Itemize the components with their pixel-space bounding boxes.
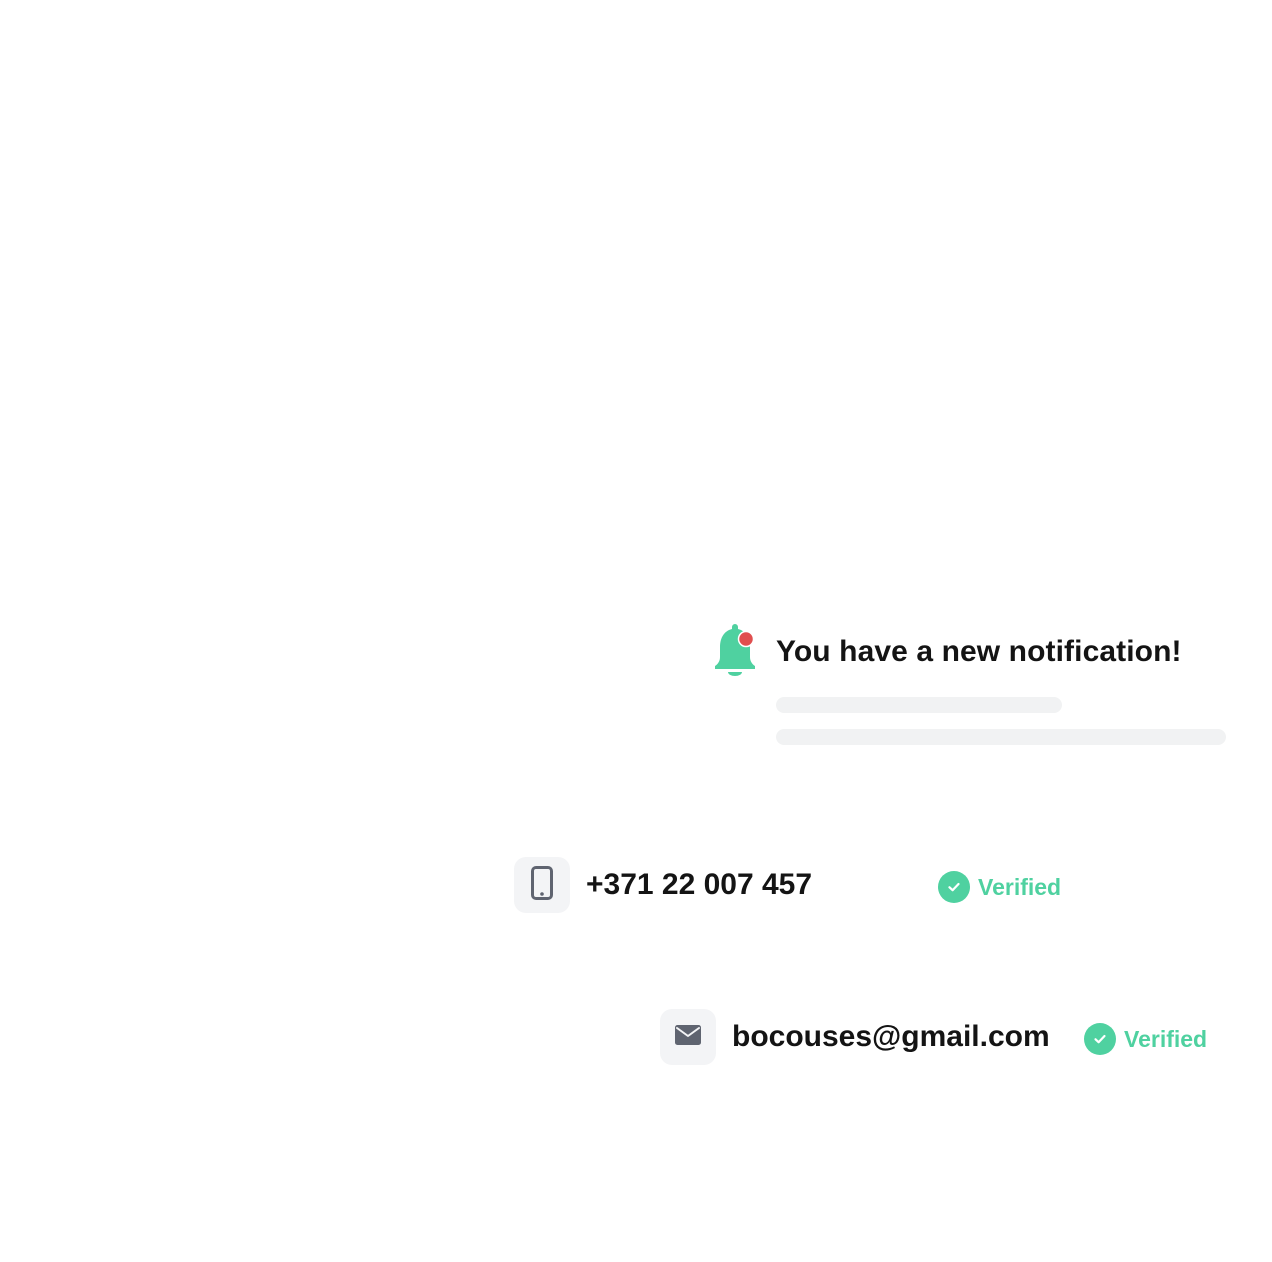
notification-card[interactable]: You have a new notification!	[706, 622, 1236, 752]
phone-contact-row: +371 22 007 457 Verified	[514, 857, 1074, 913]
check-circle-icon	[1084, 1023, 1116, 1055]
notification-title: You have a new notification!	[776, 635, 1182, 668]
phone-verified-badge: Verified	[938, 871, 1061, 903]
email-verified-badge: Verified	[1084, 1023, 1207, 1055]
bell-icon	[706, 622, 762, 682]
phone-verified-label: Verified	[978, 874, 1062, 900]
envelope-icon	[675, 1024, 701, 1050]
phone-number: +371 22 007 457	[586, 868, 813, 901]
phone-icon-tile	[514, 857, 570, 913]
email-icon-tile	[660, 1009, 716, 1065]
notification-placeholder-line-1	[776, 697, 1062, 713]
notification-placeholder-line-2	[776, 729, 1226, 745]
email-address: bocouses@gmail.com	[732, 1020, 1050, 1053]
email-verified-label: Verified	[1124, 1026, 1208, 1052]
mobile-phone-icon	[531, 865, 553, 905]
check-circle-icon	[938, 871, 970, 903]
email-contact-row: bocouses@gmail.com Verified	[660, 1009, 1220, 1065]
